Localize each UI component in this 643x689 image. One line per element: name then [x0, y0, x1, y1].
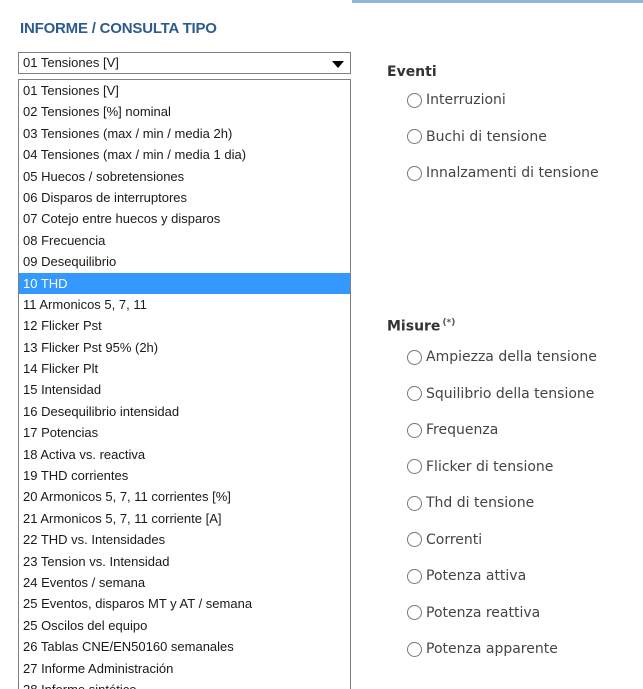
radio-button-icon[interactable] [407, 165, 422, 181]
misure-option-label: Squilibrio della tensione [426, 385, 595, 402]
report-option[interactable]: 08 Frecuencia [19, 230, 350, 251]
report-option[interactable]: 15 Intensidad [19, 379, 350, 400]
report-type-select[interactable]: 01 Tensiones [V] [18, 52, 351, 74]
misure-option-label: Ampiezza della tensione [426, 349, 597, 365]
radio-button-icon[interactable] [407, 422, 422, 438]
report-option[interactable]: 02 Tensiones [%] nominal [19, 101, 350, 122]
report-option[interactable]: 21 Armonicos 5, 7, 11 corriente [A] [19, 508, 350, 529]
eventi-option-label: Interruzioni [426, 92, 506, 108]
misure-option-label: Correnti [426, 531, 483, 548]
report-type-options-list[interactable]: 01 Tensiones [V] 02 Tensiones [%] nominal… [18, 79, 351, 689]
report-option[interactable]: 25 Eventos, disparos MT y AT / semana [19, 593, 350, 614]
misure-note-mark: (*) [442, 318, 456, 328]
report-option[interactable]: 19 THD corrientes [19, 465, 350, 486]
report-option[interactable]: 10 THD [19, 272, 350, 294]
misure-option[interactable]: Thd di tensione [407, 493, 534, 513]
eventi-option-label: Innalzamenti di tensione [426, 165, 599, 181]
report-type-title: INFORME / CONSULTA TIPO [20, 20, 217, 37]
radio-button-icon[interactable] [407, 129, 422, 144]
misure-option-label: Potenza attiva [426, 568, 527, 584]
report-option[interactable]: 13 Flicker Pst 95% (2h) [19, 337, 350, 358]
misure-option-label: Potenza reattiva [426, 604, 541, 621]
misure-option[interactable]: Ampiezza della tensione [407, 347, 597, 367]
radio-button-icon[interactable] [407, 495, 422, 511]
radio-button-icon[interactable] [407, 459, 422, 474]
misure-option[interactable]: Flicker di tensione [407, 457, 553, 477]
misure-option[interactable]: Squilibrio della tensione [407, 384, 594, 404]
misure-option[interactable]: Potenza apparente [407, 639, 558, 659]
report-option[interactable]: 04 Tensiones (max / min / media 1 dia) [19, 144, 350, 165]
radio-button-icon[interactable] [407, 386, 422, 401]
misure-option-label: Potenza apparente [426, 641, 558, 657]
misure-option-label: Flicker di tensione [426, 458, 554, 475]
report-option[interactable]: 14 Flicker Plt [19, 358, 350, 379]
report-option[interactable]: 16 Desequilibrio intensidad [19, 401, 350, 422]
report-option[interactable]: 20 Armonicos 5, 7, 11 corrientes [%] [19, 486, 350, 507]
radio-button-icon[interactable] [407, 92, 422, 108]
report-option[interactable]: 01 Tensiones [V] [19, 80, 350, 101]
misure-option-label: Frequenza [426, 422, 499, 438]
report-option[interactable]: 11 Armonicos 5, 7, 11 [19, 294, 350, 315]
report-option[interactable]: 18 Activa vs. reactiva [19, 444, 350, 465]
report-option[interactable]: 25 Oscilos del equipo [19, 615, 350, 636]
report-option[interactable]: 22 THD vs. Intensidades [19, 529, 350, 550]
radio-button-icon[interactable] [407, 532, 422, 547]
misure-option[interactable]: Correnti [407, 530, 482, 550]
radio-button-icon[interactable] [407, 605, 422, 620]
eventi-option[interactable]: Innalzamenti di tensione [407, 163, 599, 183]
report-option[interactable]: 24 Eventos / semana [19, 572, 350, 593]
misure-option[interactable]: Potenza reattiva [407, 603, 540, 623]
radio-button-icon[interactable] [407, 641, 422, 657]
report-option[interactable]: 27 Informe Administración [19, 658, 350, 679]
dropdown-arrow-icon[interactable] [332, 61, 344, 68]
report-option[interactable]: 09 Desequilibrio [19, 251, 350, 272]
report-option[interactable]: 12 Flicker Pst [19, 315, 350, 336]
report-option[interactable]: 23 Tension vs. Intensidad [19, 551, 350, 572]
misure-heading-label: Misure [387, 318, 441, 335]
eventi-option[interactable]: Interruzioni [407, 90, 506, 110]
eventi-heading: Eventi [387, 64, 437, 80]
report-option[interactable]: 03 Tensiones (max / min / media 2h) [19, 123, 350, 144]
misure-option[interactable]: Potenza attiva [407, 566, 526, 586]
report-option[interactable]: 17 Potencias [19, 422, 350, 443]
radio-button-icon[interactable] [407, 349, 422, 365]
report-option[interactable]: 26 Tablas CNE/EN50160 semanales [19, 636, 350, 657]
eventi-option-label: Buchi di tensione [426, 128, 547, 145]
radio-button-icon[interactable] [407, 568, 422, 584]
eventi-option[interactable]: Buchi di tensione [407, 127, 547, 147]
misure-option[interactable]: Frequenza [407, 420, 498, 440]
top-border-line [352, 0, 643, 3]
misure-heading: Misure (*) [387, 318, 455, 335]
report-option[interactable]: 05 Huecos / sobretensiones [19, 166, 350, 187]
eventi-heading-label: Eventi [387, 64, 437, 80]
report-type-selected-value: 01 Tensiones [V] [23, 55, 119, 70]
report-option[interactable]: 06 Disparos de interruptores [19, 187, 350, 208]
misure-option-label: Thd di tensione [426, 495, 535, 511]
report-option[interactable]: 28 Informe sintético [19, 679, 350, 689]
report-option[interactable]: 07 Cotejo entre huecos y disparos [19, 208, 350, 229]
